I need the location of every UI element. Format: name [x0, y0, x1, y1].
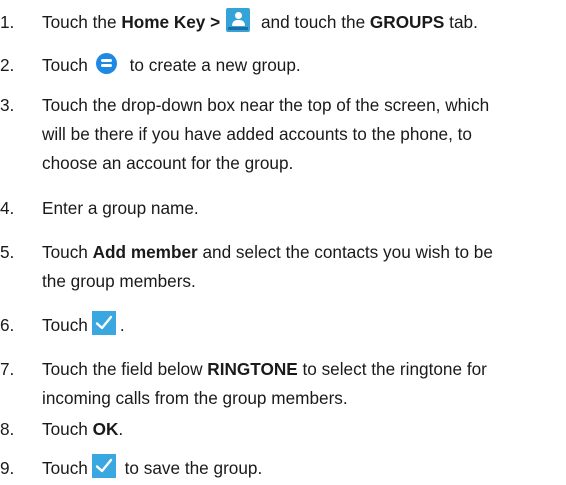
step-number: 3.	[0, 95, 15, 115]
step-number: 4.	[0, 198, 15, 218]
step-text-part: Touch the field below	[42, 359, 208, 379]
step-1: 1. Touch the Home Key > and touch the GR…	[0, 8, 524, 37]
step-text: Touch to save the group.	[42, 453, 524, 483]
step-6: 6. Touch.	[0, 310, 524, 340]
ok-label: OK	[92, 419, 119, 439]
add-member-label: Add member	[92, 242, 198, 262]
step-text-line: the group members.	[42, 271, 196, 291]
step-text: Touch the Home Key > and touch the GROUP…	[42, 8, 524, 37]
step-text-part: Touch	[42, 55, 88, 75]
step-number: 8.	[0, 419, 15, 439]
step-text-part: to select the ringtone for	[297, 359, 487, 379]
checkmark-icon	[91, 453, 116, 478]
step-3: 3. Touch the drop-down box near the top …	[0, 91, 524, 178]
add-group-icon	[95, 52, 117, 74]
step-text-line: Touch the drop-down box near the top of …	[42, 95, 490, 115]
step-text-part: .	[119, 315, 125, 335]
instruction-steps: 1. Touch the Home Key > and touch the GR…	[0, 0, 566, 485]
step-text-part: to create a new group.	[124, 55, 301, 75]
step-5: 5. Touch Add member and select the conta…	[0, 238, 524, 296]
step-number: 7.	[0, 359, 15, 379]
checkmark-icon	[91, 310, 116, 335]
home-key-label: Home Key >	[121, 12, 221, 32]
step-7: 7. Touch the field below RINGTONE to sel…	[0, 355, 524, 413]
step-text-part: Touch	[42, 242, 93, 262]
step-text-part: Touch the	[42, 12, 122, 32]
contacts-app-icon	[226, 8, 251, 33]
step-number: 1.	[0, 12, 15, 32]
step-number: 5.	[0, 242, 15, 262]
step-text-part: Touch	[42, 315, 88, 335]
groups-tab-label: GROUPS	[369, 12, 445, 32]
step-text-line: will be there if you have added accounts…	[42, 124, 472, 144]
step-number: 2.	[0, 55, 15, 75]
step-text-part: tab.	[444, 12, 478, 32]
step-8: 8. Touch OK.	[0, 415, 524, 444]
step-9: 9. Touch to save the group.	[0, 453, 524, 483]
step-4: 4. Enter a group name.	[0, 194, 524, 223]
step-number: 6.	[0, 315, 15, 335]
step-text: Touch to create a new group.	[42, 51, 524, 80]
step-text-part: and select the contacts you wish to be	[197, 242, 493, 262]
step-text: Touch Add member and select the contacts…	[42, 238, 524, 267]
ringtone-label: RINGTONE	[207, 359, 298, 379]
step-2: 2. Touch to create a new group.	[0, 51, 524, 80]
step-text: Touch OK.	[42, 415, 524, 444]
step-number: 9.	[0, 458, 15, 478]
step-text-line: incoming calls from the group members.	[42, 388, 348, 408]
step-text: Touch.	[42, 310, 524, 340]
step-text: Enter a group name.	[42, 198, 199, 218]
step-text-part: to save the group.	[119, 458, 263, 478]
step-text-line: choose an account for the group.	[42, 153, 294, 173]
step-text-part: .	[118, 419, 124, 439]
step-text: Touch the field below RINGTONE to select…	[42, 355, 524, 384]
step-text-part: Touch	[42, 419, 93, 439]
step-text-part: and touch the	[256, 12, 370, 32]
step-text-part: Touch	[42, 458, 88, 478]
